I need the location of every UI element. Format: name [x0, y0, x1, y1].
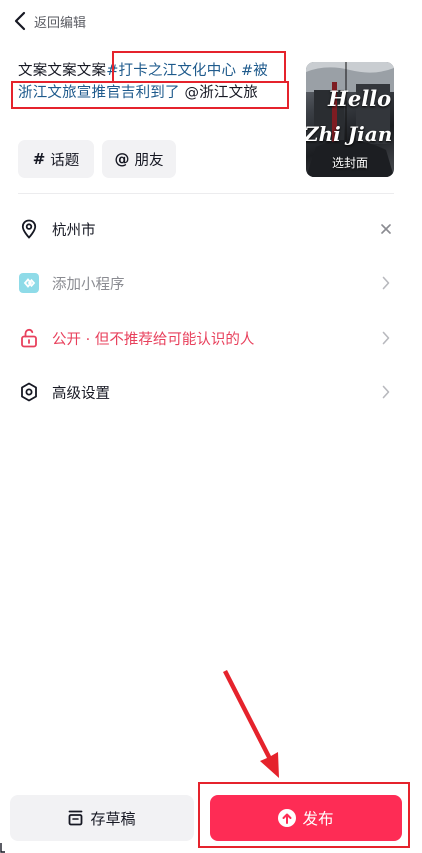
location-pin-icon	[19, 219, 39, 239]
at-icon: @	[114, 150, 130, 168]
caption-plain: 文案文案文案	[18, 63, 107, 79]
add-mini-program-label: 添加小程序	[52, 276, 125, 293]
cover-title-hello: Hello	[328, 86, 392, 111]
save-draft-label: 存草稿	[90, 809, 136, 828]
select-cover-label: 选封面	[331, 156, 368, 170]
visibility-label: 公开 · 但不推荐给可能认识的人	[52, 331, 255, 348]
caption-hashtag-continued[interactable]: 浙江文旅宣推官吉利到了	[18, 85, 180, 101]
hexagon-settings-icon	[19, 382, 39, 402]
chevron-left-icon	[14, 11, 26, 31]
save-draft-button[interactable]: 存草稿	[10, 795, 194, 841]
divider	[18, 193, 394, 194]
advanced-settings-row[interactable]: 高级设置	[0, 367, 422, 417]
add-topic-button[interactable]: # 话题	[18, 140, 94, 178]
back-label: 返回编辑	[34, 15, 87, 31]
location-label: 杭州市	[52, 222, 96, 239]
mini-program-icon	[19, 273, 39, 293]
mention-friend-button[interactable]: @ 朋友	[102, 140, 176, 178]
close-icon[interactable]	[378, 221, 394, 237]
chevron-right-icon	[378, 275, 394, 291]
caption-text[interactable]: 文案文案文案#打卡之江文化中心 #被浙江文旅宣推官吉利到了 @浙江文旅	[18, 60, 286, 104]
chevron-right-icon	[378, 384, 394, 400]
cover-thumbnail[interactable]: Hello Zhi Jian 选封面	[306, 62, 394, 177]
hashtag-icon: #	[32, 150, 46, 168]
corner-mark	[0, 843, 5, 853]
caption-mention[interactable]: @浙江文旅	[180, 85, 258, 101]
draft-box-icon	[69, 810, 83, 826]
mention-friend-label: 朋友	[134, 152, 164, 169]
publish-button[interactable]: 发布	[210, 795, 402, 841]
publish-label: 发布	[302, 810, 334, 828]
cover-title-zhijian: Zhi Jian	[306, 122, 393, 146]
add-mini-program-row[interactable]: 添加小程序	[0, 258, 422, 308]
visibility-row[interactable]: 公开 · 但不推荐给可能认识的人	[0, 313, 422, 363]
caption-hashtags[interactable]: #打卡之江文化中心 #被	[106, 63, 268, 79]
add-topic-label: 话题	[50, 152, 80, 169]
upload-arrow-icon	[278, 809, 297, 827]
advanced-settings-label: 高级设置	[52, 385, 110, 402]
back-to-edit-button[interactable]: 返回编辑	[14, 9, 86, 33]
unlock-icon	[19, 328, 39, 348]
location-row[interactable]: 杭州市	[0, 204, 422, 254]
chevron-right-icon	[378, 330, 394, 346]
